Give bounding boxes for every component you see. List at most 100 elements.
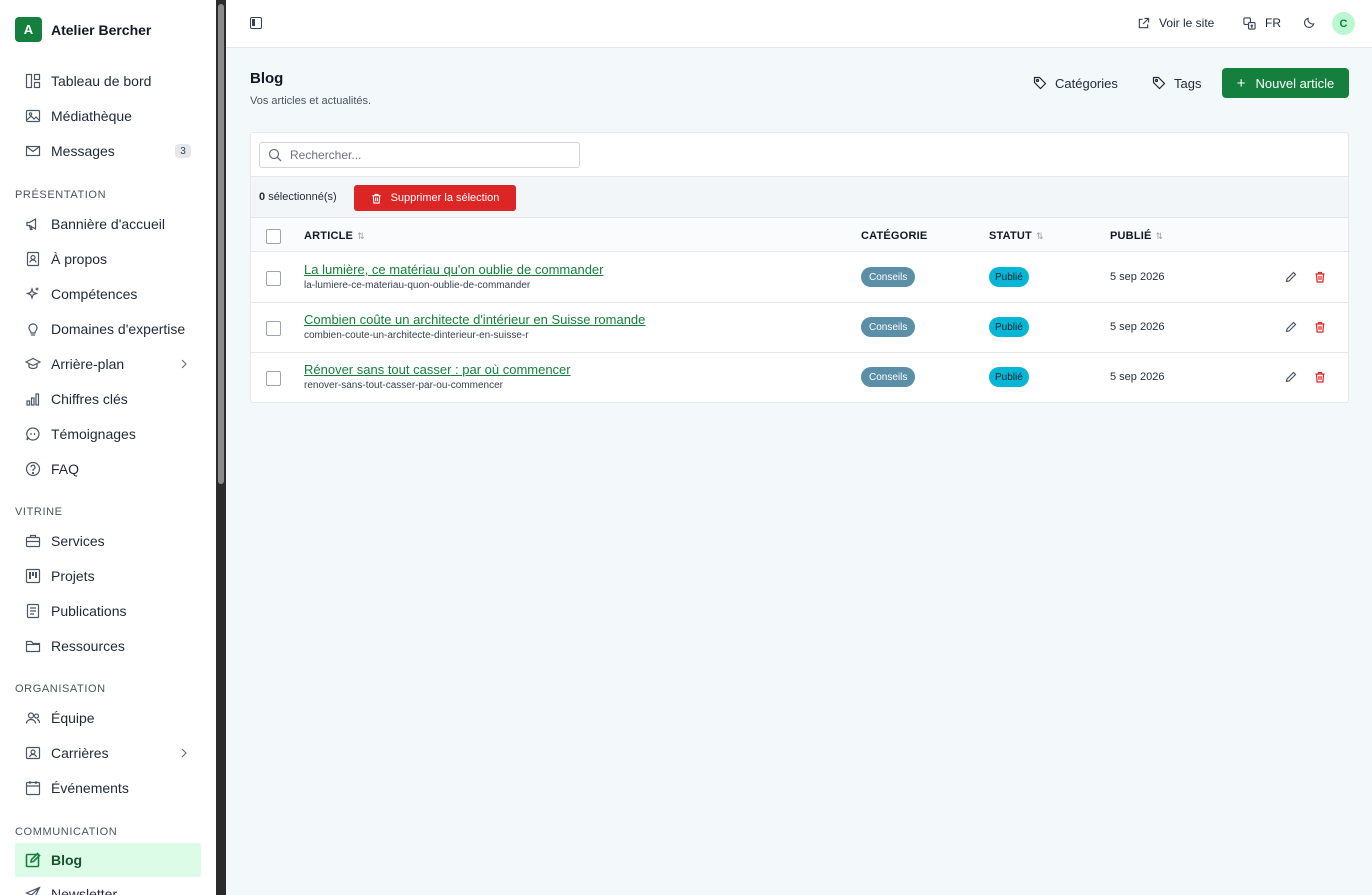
chevron-right-icon <box>181 748 187 758</box>
trash-icon[interactable] <box>1314 370 1326 383</box>
edit-icon[interactable] <box>1285 370 1297 383</box>
edit-icon[interactable] <box>1285 320 1297 333</box>
theme-toggle[interactable] <box>1303 16 1325 29</box>
section-title-presentation: PRÉSENTATION <box>15 189 107 201</box>
sidebar-item-temoignages[interactable]: Témoignages <box>15 418 201 450</box>
sidebar-item-label: Événements <box>51 780 129 796</box>
sidebar-scroll-thumb[interactable] <box>218 4 224 484</box>
column-header-status-label: STATUT <box>989 230 1032 242</box>
bar-chart-icon <box>25 391 41 407</box>
sidebar-item-label: Domaines d'expertise <box>51 321 186 337</box>
sidebar-item-label: Compétences <box>51 286 138 302</box>
column-header-article[interactable]: ARTICLE ⇅ <box>304 230 365 242</box>
article-title-link[interactable]: Combien coûte un architecte d'intérieur … <box>304 312 645 327</box>
row-checkbox[interactable] <box>266 271 281 286</box>
page-title: Blog <box>250 70 284 87</box>
new-article-button[interactable]: + Nouvel article <box>1222 68 1349 98</box>
select-all-checkbox[interactable] <box>266 229 281 244</box>
table-row: La lumière, ce matériau qu'on oublie de … <box>251 253 1348 303</box>
article-title-link[interactable]: Rénover sans tout casser : par où commen… <box>304 362 571 377</box>
search-input[interactable] <box>290 148 560 162</box>
row-checkbox[interactable] <box>266 321 281 336</box>
sidebar-item-domaines[interactable]: Domaines d'expertise <box>15 313 201 345</box>
sidebar-item-label: Bannière d'accueil <box>51 216 165 232</box>
sidebar-item-tableau-de-bord[interactable]: Tableau de bord <box>15 65 201 97</box>
sidebar-item-label: Carrières <box>51 745 109 761</box>
sidebar-item-label: Publications <box>51 603 127 619</box>
sidebar-item-messages[interactable]: Messages 3 <box>15 135 201 167</box>
column-header-article-label: ARTICLE <box>304 230 354 242</box>
table-row: Combien coûte un architecte d'intérieur … <box>251 303 1348 353</box>
article-slug: la-lumiere-ce-materiau-quon-oublie-de-co… <box>304 280 531 291</box>
table-header: ARTICLE ⇅ CATÉGORIE STATUT ⇅ PUBLIÉ ⇅ <box>251 218 1348 252</box>
article-slug: combien-coute-un-architecte-dinterieur-e… <box>304 330 529 341</box>
sidebar-item-evenements[interactable]: Événements <box>15 772 201 804</box>
column-header-published[interactable]: PUBLIÉ ⇅ <box>1110 230 1163 242</box>
category-badge: Conseils <box>861 317 916 337</box>
tag-icon <box>1033 76 1047 90</box>
article-title-link[interactable]: La lumière, ce matériau qu'on oublie de … <box>304 262 603 277</box>
tags-button[interactable]: Tags <box>1152 68 1201 98</box>
status-badge: Publié <box>989 317 1029 337</box>
search-box[interactable] <box>259 142 580 168</box>
sidebar-item-label: Médiathèque <box>51 108 132 124</box>
column-header-status[interactable]: STATUT ⇅ <box>989 230 1044 242</box>
sidebar-item-label: Témoignages <box>51 426 136 442</box>
delete-selection-button[interactable]: Supprimer la sélection <box>354 185 516 211</box>
briefcase-icon <box>25 533 41 549</box>
table-row: Rénover sans tout casser : par où commen… <box>251 353 1348 402</box>
brand-name: Atelier Bercher <box>51 21 152 38</box>
view-site-link[interactable]: Voir le site <box>1137 16 1214 30</box>
contact-icon <box>25 251 41 267</box>
sidebar-item-arriere-plan[interactable]: Arrière-plan <box>15 348 201 380</box>
trash-icon[interactable] <box>1314 320 1326 333</box>
sidebar-item-mediatheque[interactable]: Médiathèque <box>15 100 201 132</box>
sidebar-item-competences[interactable]: Compétences <box>15 278 201 310</box>
edit-icon[interactable] <box>1285 270 1297 283</box>
sidebar-item-carrieres[interactable]: Carrières <box>15 737 201 769</box>
badge-icon <box>25 745 41 761</box>
send-icon <box>25 886 41 895</box>
sidebar-item-blog[interactable]: Blog <box>15 843 201 877</box>
sidebar-toggle-icon[interactable] <box>250 17 262 29</box>
sidebar-item-label: Newsletter <box>51 886 118 895</box>
sidebar-item-projets[interactable]: Projets <box>15 560 201 592</box>
sidebar-scrollbar[interactable] <box>216 0 226 895</box>
section-title-communication: COMMUNICATION <box>15 826 118 838</box>
column-header-published-label: PUBLIÉ <box>1110 230 1152 242</box>
sidebar-item-services[interactable]: Services <box>15 525 201 557</box>
sidebar-item-faq[interactable]: FAQ <box>15 453 201 485</box>
tags-label: Tags <box>1174 75 1202 91</box>
mail-icon <box>25 143 41 159</box>
category-badge: Conseils <box>861 367 916 387</box>
sidebar-item-label: Services <box>51 533 105 549</box>
published-date: 5 sep 2026 <box>1110 321 1165 333</box>
sidebar-item-chiffres-cles[interactable]: Chiffres clés <box>15 383 201 415</box>
sidebar-item-ressources[interactable]: Ressources <box>15 630 201 662</box>
sidebar-item-equipe[interactable]: Équipe <box>15 702 201 734</box>
sidebar-item-banniere[interactable]: Bannière d'accueil <box>15 208 201 240</box>
sort-icon: ⇅ <box>357 230 365 241</box>
section-title-vitrine: VITRINE <box>15 506 63 518</box>
categories-button[interactable]: Catégories <box>1033 68 1118 98</box>
sidebar-item-newsletter[interactable]: Newsletter <box>15 878 201 895</box>
status-badge: Publié <box>989 267 1029 287</box>
sidebar: A Atelier Bercher Tableau de bord Médiat… <box>0 0 216 895</box>
moon-icon <box>1303 17 1315 29</box>
language-switcher[interactable]: FR <box>1243 16 1281 30</box>
trash-icon[interactable] <box>1314 270 1326 283</box>
help-icon <box>25 461 41 477</box>
selection-count-number: 0 <box>259 191 266 203</box>
dashboard-icon <box>25 73 41 89</box>
sidebar-item-publications[interactable]: Publications <box>15 595 201 627</box>
sidebar-item-label: FAQ <box>51 461 80 477</box>
avatar[interactable]: C <box>1332 12 1355 35</box>
sidebar-item-label: Ressources <box>51 638 125 654</box>
plus-icon: + <box>1236 74 1246 92</box>
sidebar-item-a-propos[interactable]: À propos <box>15 243 201 275</box>
sidebar-item-label: Arrière-plan <box>51 356 125 372</box>
brand[interactable]: A Atelier Bercher <box>15 17 151 42</box>
lightbulb-icon <box>25 321 41 337</box>
column-header-category-label: CATÉGORIE <box>861 230 928 242</box>
row-checkbox[interactable] <box>266 371 281 386</box>
